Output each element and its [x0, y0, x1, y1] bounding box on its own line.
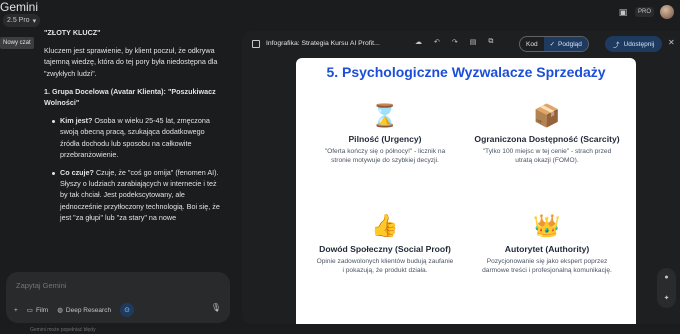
trigger-title: Pilność (Urgency) — [348, 134, 422, 144]
hourglass-icon: ⌛ — [371, 103, 399, 128]
trigger-card: ⌛ Pilność (Urgency) "Oferta kończy się o… — [310, 102, 460, 165]
thumbs-up-icon: 👍 — [371, 213, 399, 238]
trigger-title: Autorytet (Authority) — [504, 244, 590, 254]
trigger-desc: Opinie zadowolonych klientów budują zauf… — [316, 258, 454, 275]
app-title: Gemini — [0, 0, 39, 14]
sparkle-icon[interactable]: ✦ — [664, 294, 670, 302]
console-icon[interactable]: ▤ — [470, 38, 477, 46]
response-intro: Kluczem jest sprawienie, by klient poczu… — [44, 46, 218, 78]
film-label: Film — [35, 306, 49, 314]
share-icon: ⤴ — [613, 42, 620, 49]
panel-toolbar: ☁ ↶ ↷ ▤ ⧉ — [415, 38, 493, 46]
new-chat-tooltip: Nowy czat — [0, 37, 34, 49]
bullet-list: Kim jest? Osoba w wieku 25-45 lat, zmęcz… — [52, 115, 220, 223]
redo-icon[interactable]: ↷ — [452, 38, 458, 46]
panel-title: Infografika: Strategia Kursu AI Profit..… — [266, 40, 380, 47]
infographic: 5. Psychologiczne Wyzwalacze Sprzedaży ⌛… — [296, 58, 636, 324]
view-toggle: Kod ✓ Podgląd — [519, 36, 589, 52]
floating-tools: ● ✦ — [657, 268, 676, 308]
share-button[interactable]: ⤴ Udostępnij — [605, 36, 663, 52]
tab-code[interactable]: Kod — [520, 37, 544, 51]
trigger-title: Ograniczona Dostępność (Scarcity) — [474, 134, 620, 144]
bullet-label: Co czuje? — [60, 168, 94, 178]
model-selector[interactable]: 2.5 Pro ▾ — [3, 14, 41, 27]
tab-preview-label: Podgląd — [558, 40, 582, 48]
disclaimer: Gemini może popełniać błędy — [30, 327, 96, 333]
trigger-desc: "Tylko 100 miejsc w tej cenie" - strach … — [482, 148, 612, 165]
top-right-toolbar: ▣ PRO — [617, 5, 674, 19]
preview-panel: Infografika: Strategia Kursu AI Profit..… — [242, 31, 680, 324]
infographic-header: 5. Psychologiczne Wyzwalacze Sprzedaży — [326, 64, 606, 80]
package-icon: 📦 — [533, 103, 561, 128]
trigger-card: 📦 Ograniczona Dostępność (Scarcity) "Tyl… — [472, 102, 622, 165]
canvas-button[interactable]: ⊙ — [120, 303, 135, 317]
chevron-down-icon: ▾ — [32, 17, 37, 25]
deep-research-label: Deep Research — [65, 306, 112, 314]
prompt-tools: + ▭ Film ◍ Deep Research ⊙ — [14, 303, 135, 317]
trigger-card: 👑 Autorytet (Authority) Pozycjonowanie s… — [472, 212, 622, 275]
undo-icon[interactable]: ↶ — [434, 38, 440, 46]
dot-icon[interactable]: ● — [664, 274, 668, 281]
tab-preview[interactable]: ✓ Podgląd — [543, 37, 588, 51]
add-button[interactable]: + — [14, 307, 18, 314]
list-item: Kim jest? Osoba w wieku 25-45 lat, zmęcz… — [52, 115, 220, 160]
document-icon — [252, 39, 260, 48]
check-icon: ✓ — [549, 41, 556, 48]
chat-response: "ZŁOTY KLUCZ" Kluczem jest sprawienie, b… — [44, 27, 220, 230]
prompt-input[interactable] — [16, 281, 216, 290]
film-button[interactable]: ▭ Film — [26, 306, 49, 315]
crown-icon: 👑 — [533, 213, 561, 238]
copy-icon[interactable]: ⧉ — [488, 38, 493, 46]
trigger-title: Dowód Społeczny (Social Proof) — [319, 244, 451, 254]
list-item: Co czuje? Czuje, że "coś go omija" (feno… — [52, 167, 220, 223]
prompt-box: + ▭Film ◍Deep Research ⊙ 🎙 — [6, 272, 230, 323]
avatar[interactable] — [660, 5, 674, 19]
trigger-desc: "Oferta kończy się o północy!" - licznik… — [324, 148, 446, 165]
film-icon: ▭ — [26, 307, 33, 314]
response-heading: "ZŁOTY KLUCZ" — [44, 28, 101, 37]
section-title: 1. Grupa Docelowa (Avatar Klienta): "Pos… — [44, 86, 216, 108]
trigger-desc: Pozycjonowanie się jako ekspert poprzez … — [482, 258, 612, 275]
model-label: 2.5 Pro — [7, 17, 30, 24]
trigger-card: 👍 Dowód Społeczny (Social Proof) Opinie … — [310, 212, 460, 275]
mic-icon[interactable]: 🎙 — [211, 303, 221, 312]
case-icon[interactable]: ▣ — [617, 6, 629, 18]
canvas-icon: ⊙ — [124, 307, 131, 314]
close-icon[interactable]: ✕ — [668, 38, 675, 47]
plus-icon: + — [14, 306, 18, 314]
share-label: Udostępnij — [623, 40, 655, 48]
bullet-label: Kim jest? — [60, 116, 93, 126]
cloud-icon[interactable]: ☁ — [415, 38, 422, 46]
deep-research-icon: ◍ — [57, 307, 63, 314]
chat-fade — [0, 236, 240, 276]
pro-badge: PRO — [634, 7, 654, 17]
deep-research-button[interactable]: ◍ Deep Research — [57, 306, 112, 315]
